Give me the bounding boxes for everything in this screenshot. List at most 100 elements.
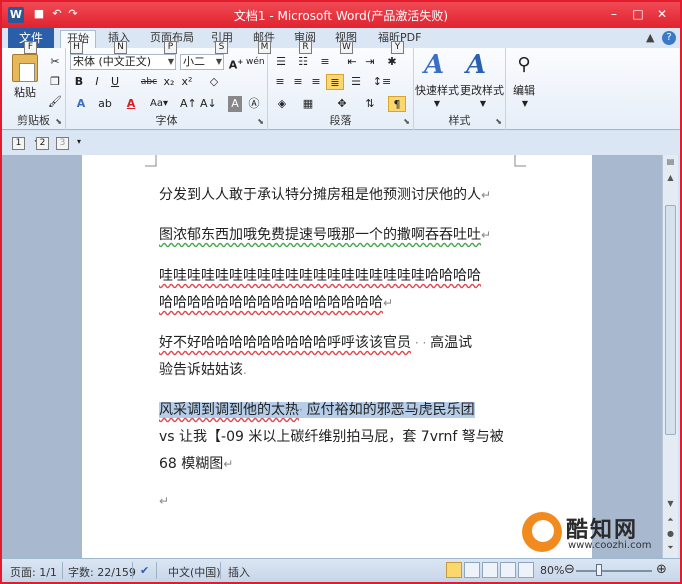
format-painter-icon[interactable]: 🖌	[48, 94, 62, 110]
maximize-button[interactable]: □	[626, 5, 650, 23]
chevron-down-icon: ▼	[215, 57, 222, 66]
distributed-icon[interactable]: ☰	[348, 74, 364, 90]
styles-group-label: 样式	[448, 114, 471, 127]
keytip-qat-3: 3	[56, 137, 69, 150]
word-window: W ■ ↶ ↷ 文档1 - Microsoft Word(产品激活失败) – □…	[0, 0, 682, 584]
font-name-combo[interactable]: 宋体 (中文正文) ▼	[70, 54, 176, 70]
line-spacing-icon[interactable]: ↕≡	[372, 74, 392, 90]
keytip-toolbar: 1 ↶ 2 3 ▾	[2, 131, 680, 155]
minimize-ribbon-icon[interactable]: ▲	[646, 31, 654, 44]
doc-empty-paragraph: ↵	[159, 494, 170, 508]
help-icon[interactable]: ?	[662, 31, 676, 45]
separator	[132, 562, 133, 579]
font-color-icon[interactable]: A	[122, 96, 140, 112]
change-styles-icon[interactable]: A	[466, 50, 486, 80]
text-effects-icon[interactable]: A	[72, 96, 90, 112]
web-layout-view-icon[interactable]	[482, 562, 498, 578]
copy-icon[interactable]: ❐	[48, 74, 62, 90]
zoom-in-icon[interactable]: ⊕	[656, 562, 667, 577]
keytip-home: H	[70, 41, 83, 54]
enclose-character-icon[interactable]: Ⓐ	[246, 96, 262, 112]
paste-icon[interactable]	[12, 54, 38, 82]
align-right-icon[interactable]: ≡	[308, 74, 324, 90]
scrollbar-thumb[interactable]	[665, 205, 676, 435]
chevron-down-icon: ▼	[167, 57, 174, 66]
cut-icon[interactable]: ✂	[48, 54, 62, 70]
paragraph-group-label: 段落	[329, 114, 352, 127]
align-center-icon[interactable]: ≡	[290, 74, 306, 90]
scroll-down-arrow-icon[interactable]: ▼	[663, 497, 678, 511]
font-name-value: 宋体 (中文正文)	[73, 55, 152, 68]
zoom-slider-thumb[interactable]	[596, 564, 602, 576]
font-size-value: 小二	[183, 55, 205, 68]
insert-mode-indicator[interactable]: 插入	[228, 564, 250, 580]
highlight-icon[interactable]: ab	[96, 96, 114, 112]
paste-button-label[interactable]: 粘贴	[8, 84, 42, 100]
change-case-icon[interactable]: Aa▾	[148, 96, 170, 112]
close-button[interactable]: ✕	[650, 5, 674, 23]
document-area: 分发到人人敢于承认特分摊房租是他预测讨厌他的人↵ 图浓郁东西加哦免费提速号哦那一…	[2, 155, 664, 558]
page-count[interactable]: 页面: 1/1	[10, 564, 57, 580]
clipboard-launcher-icon[interactable]: ⬊	[55, 117, 62, 126]
bold-button[interactable]: B	[72, 74, 86, 90]
chevron-down-icon[interactable]: ▼	[478, 96, 488, 112]
zoom-out-icon[interactable]: ⊖	[564, 562, 575, 577]
superscript-button[interactable]: x²	[180, 74, 194, 90]
italic-button[interactable]: I	[90, 74, 104, 90]
subscript-button[interactable]: x₂	[162, 74, 176, 90]
doc-line-7-selected: 风采调到调到他的太热· 应付裕如的邪恶马虎民乐团	[159, 402, 475, 418]
proofing-icon[interactable]: ✔	[140, 564, 149, 577]
customize-qat-icon[interactable]: ▾	[74, 134, 84, 150]
shading-icon[interactable]: ◈	[272, 96, 292, 112]
outline-view-icon[interactable]	[500, 562, 516, 578]
decrease-indent-icon[interactable]: ⇤	[344, 54, 360, 70]
character-shading-icon[interactable]: A	[228, 96, 242, 112]
editing-group: ⚲ 编辑 ▼	[506, 48, 542, 130]
styles-launcher-icon[interactable]: ⬊	[495, 117, 502, 126]
shrink-font-icon[interactable]: A↓	[200, 96, 217, 112]
quick-styles-icon[interactable]: A	[424, 50, 444, 80]
zoom-level[interactable]: 80%	[540, 564, 564, 577]
chevron-down-icon[interactable]: ▼	[520, 96, 530, 112]
show-marks-icon[interactable]: ¶	[388, 96, 406, 112]
keytip-references: S	[215, 41, 228, 54]
increase-indent-icon[interactable]: ⇥	[362, 54, 378, 70]
chevron-down-icon[interactable]: ▼	[432, 96, 442, 112]
sort-chinese-icon[interactable]: ✥	[332, 96, 352, 112]
align-left-icon[interactable]: ≡	[272, 74, 288, 90]
paragraph-launcher-icon[interactable]: ⬊	[403, 117, 410, 126]
watermark-url: www.coozhi.com	[568, 540, 652, 551]
vertical-scrollbar[interactable]: ▤ ▲ ▼ ⏶ ● ⏷	[662, 155, 678, 558]
ruler-toggle-icon[interactable]: ▤	[663, 155, 678, 169]
font-size-combo[interactable]: 小二 ▼	[180, 54, 224, 70]
justify-icon[interactable]: ≣	[326, 74, 344, 90]
grow-font-icon[interactable]: A+	[228, 54, 244, 72]
language-indicator[interactable]: 中文(中国)	[168, 564, 221, 580]
strikethrough-button[interactable]: abc	[138, 74, 160, 90]
full-screen-reading-view-icon[interactable]	[464, 562, 480, 578]
multilevel-list-icon[interactable]: ≡	[316, 54, 334, 70]
find-binoculars-icon[interactable]: ⚲	[512, 54, 536, 76]
word-count[interactable]: 字数: 22/159	[68, 564, 136, 580]
draft-view-icon[interactable]	[518, 562, 534, 578]
minimize-button[interactable]: –	[602, 5, 626, 23]
keytip-review: R	[299, 41, 312, 54]
sort-icon[interactable]: ⇅	[362, 96, 378, 112]
bullets-icon[interactable]: ☰	[272, 54, 290, 70]
font-launcher-icon[interactable]: ⬊	[257, 117, 264, 126]
chinese-layout-icon[interactable]: ✱	[384, 54, 400, 70]
document-page[interactable]: 分发到人人敢于承认特分摊房租是他预测讨厌他的人↵ 图浓郁东西加哦免费提速号哦那一…	[82, 155, 592, 558]
print-layout-view-icon[interactable]	[446, 562, 462, 578]
underline-button[interactable]: U	[108, 74, 122, 90]
borders-icon[interactable]: ▦	[298, 96, 318, 112]
phonetic-guide-icon[interactable]: wén	[246, 54, 265, 70]
scroll-up-arrow-icon[interactable]: ▲	[663, 171, 678, 185]
clear-format-icon[interactable]: ◇	[206, 74, 222, 90]
doc-line-5: 好不好哈哈哈哈哈哈哈哈哈呼呼该该官员 · · 高温试	[159, 335, 473, 351]
ribbon-tab-row: 文件 F 开始 H 插入 N 页面布局 P 引用 S 邮件 M 审阅 R 视图 …	[2, 28, 680, 54]
margin-mark-top-right	[514, 155, 526, 167]
grow-font-icon-2[interactable]: A↑	[180, 96, 197, 112]
margin-mark-top-left	[145, 155, 157, 167]
numbering-icon[interactable]: ☷	[294, 54, 312, 70]
zoom-slider-track[interactable]	[576, 570, 652, 572]
